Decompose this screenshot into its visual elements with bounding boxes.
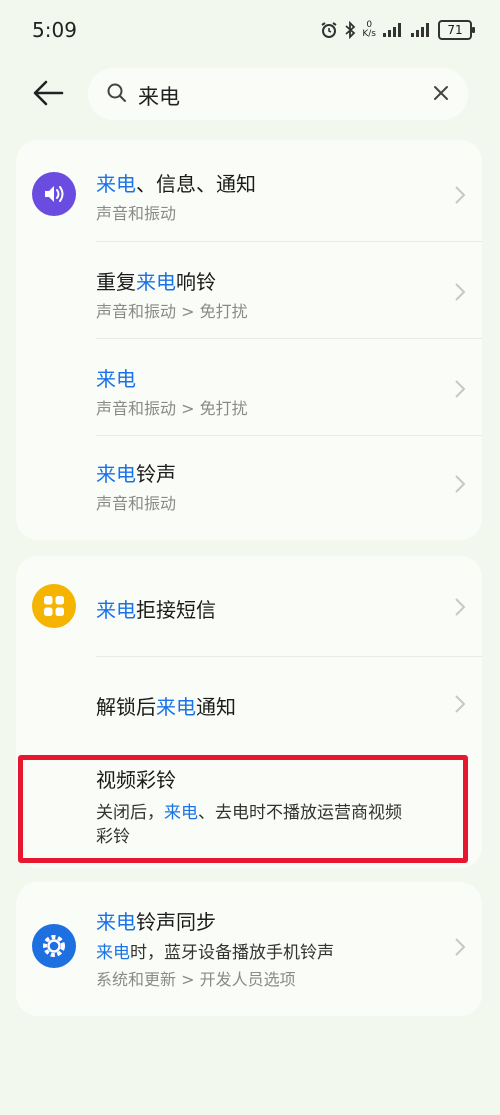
close-icon[interactable]: [430, 82, 452, 104]
signal-icon: [383, 23, 401, 37]
chevron-right-icon: [455, 475, 466, 493]
alarm-icon: [321, 22, 337, 38]
chevron-right-icon: [455, 598, 466, 616]
network-speed: 0 K/s: [362, 20, 376, 39]
sound-icon: [32, 172, 76, 216]
result-item-unlock-call-notification[interactable]: 解锁后来电通知: [16, 657, 482, 753]
result-title: 来电、信息、通知: [96, 172, 256, 196]
bluetooth-icon: [345, 21, 356, 39]
battery-icon: 71: [438, 20, 475, 40]
chevron-right-icon: [455, 695, 466, 713]
result-title: 来电拒接短信: [96, 598, 216, 622]
result-group-sound: 来电、信息、通知 声音和振动 重复来电响铃 声音和振动 > 免打扰 来电 声音和…: [16, 140, 482, 540]
result-item-calls-messages-notifications[interactable]: 来电、信息、通知 声音和振动: [16, 140, 482, 240]
result-description: 来电时，蓝牙设备播放手机铃声: [96, 943, 334, 963]
gear-icon: [32, 924, 76, 968]
search-icon: [107, 83, 126, 102]
result-title: 解锁后来电通知: [96, 695, 236, 719]
result-path: 声音和振动: [96, 494, 177, 513]
apps-icon: [32, 584, 76, 628]
search-header: 来电: [0, 62, 500, 126]
status-bar: 5:09 0 K/s 71: [0, 0, 500, 62]
signal-icon: [411, 23, 429, 37]
result-title: 来电铃声: [96, 462, 176, 486]
result-title: 来电铃声同步: [96, 910, 216, 934]
result-item-reject-call-sms[interactable]: 来电拒接短信: [16, 556, 482, 656]
result-path: 声音和振动 > 免打扰: [96, 302, 248, 321]
result-title: 重复来电响铃: [96, 270, 216, 294]
status-icons: 0 K/s 71: [320, 20, 475, 40]
result-path: 声音和振动 > 免打扰: [96, 399, 248, 418]
chevron-right-icon: [455, 380, 466, 398]
result-group-system: 来电铃声同步 来电时，蓝牙设备播放手机铃声 系统和更新 > 开发人员选项: [16, 882, 482, 1016]
result-path: 声音和振动: [96, 204, 177, 223]
chevron-right-icon: [455, 283, 466, 301]
result-title: 来电: [96, 367, 136, 391]
search-query: 来电: [138, 85, 180, 109]
chevron-right-icon: [455, 938, 466, 956]
result-path: 系统和更新 > 开发人员选项: [96, 970, 296, 989]
annotation-highlight-box: [18, 755, 468, 863]
result-item-calls[interactable]: 来电 声音和振动 > 免打扰: [16, 339, 482, 435]
result-item-ringtone-sync[interactable]: 来电铃声同步 来电时，蓝牙设备播放手机铃声 系统和更新 > 开发人员选项: [16, 882, 482, 1016]
result-item-repeat-call-ringing[interactable]: 重复来电响铃 声音和振动 > 免打扰: [16, 242, 482, 338]
result-item-ringtone[interactable]: 来电铃声 声音和振动: [16, 436, 482, 536]
search-input[interactable]: 来电: [88, 68, 468, 120]
chevron-right-icon: [455, 186, 466, 204]
back-arrow-icon[interactable]: [28, 76, 68, 110]
status-time: 5:09: [32, 18, 77, 42]
